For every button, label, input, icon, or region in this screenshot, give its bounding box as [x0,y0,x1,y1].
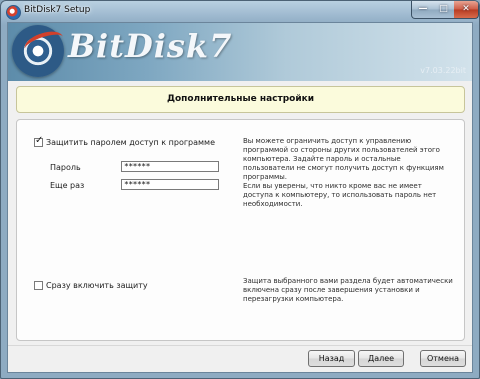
password-field[interactable]: ****** [121,161,219,172]
cancel-button[interactable]: Отмена [420,350,466,367]
next-button[interactable]: Далее [358,350,404,367]
enable-protection-checkbox[interactable]: Сразу включить защиту [34,281,148,290]
password-desc-line: доступа к компьютеру, то использовать па… [243,191,437,199]
password-protect-checkbox-box[interactable]: ✓ [34,135,44,147]
protection-desc-line: Защита выбранного вами раздела будет авт… [243,277,453,285]
password-desc-line: Вы можете ограничить доступ к управлению [243,137,412,145]
wizard-client-area: BitDisk7 v7.03.22bit Дополнительные наст… [7,22,473,373]
checkmark-icon: ✓ [35,135,44,146]
password-confirm-field[interactable]: ****** [121,179,219,190]
password-desc-line: программы. [243,173,288,181]
settings-panel: ✓ Защитить паролем доступ к программе Па… [16,119,465,341]
maximize-button[interactable]: □ [433,1,455,19]
password-label: Пароль [50,163,81,172]
protection-description: Защита выбранного вами раздела будет авт… [243,277,453,304]
password-protect-checkbox[interactable]: ✓ Защитить паролем доступ к программе [34,135,216,147]
protection-desc-line: перезагрузки компьютера. [243,295,344,303]
close-button[interactable]: ✕ [454,1,479,19]
enable-protection-checkbox-box[interactable] [34,281,43,290]
minimize-button[interactable]: — [411,1,435,19]
window-title: BitDisk7 Setup [24,5,91,15]
minimize-icon: — [418,4,428,14]
password-protect-label: Защитить паролем доступ к программе [46,138,216,147]
setup-window: BitDisk7 Setup — □ ✕ BitDisk7 v7.03.22bi… [0,0,480,379]
back-button[interactable]: Назад [308,350,355,367]
password-desc-line: Если вы уверены, что никто кроме вас не … [243,182,422,190]
password-desc-line: компьютера. Задайте пароль и остальные [243,155,401,163]
password-description: Вы можете ограничить доступ к управлению… [243,137,444,209]
bitdisk-app-icon [6,5,21,20]
password-desc-line: необходимости. [243,200,303,208]
product-banner: BitDisk7 v7.03.22bit [8,23,472,81]
protection-desc-line: включена сразу после завершения установк… [243,286,420,294]
product-logo-text: BitDisk7 [68,27,233,65]
password-confirm-label: Еще раз [50,181,85,190]
page-header: Дополнительные настройки [16,86,465,113]
footer-divider [8,345,472,346]
password-desc-line: программой со стороны других пользовател… [243,146,440,154]
maximize-icon: □ [439,4,448,14]
close-icon: ✕ [462,4,470,14]
title-bar[interactable]: BitDisk7 Setup — □ ✕ [1,1,479,23]
version-label: v7.03.22bit [420,66,466,75]
enable-protection-label: Сразу включить защиту [46,281,148,290]
password-desc-line: пользователи не смогут получить доступ к… [243,164,444,172]
page-title: Дополнительные настройки [166,94,315,104]
